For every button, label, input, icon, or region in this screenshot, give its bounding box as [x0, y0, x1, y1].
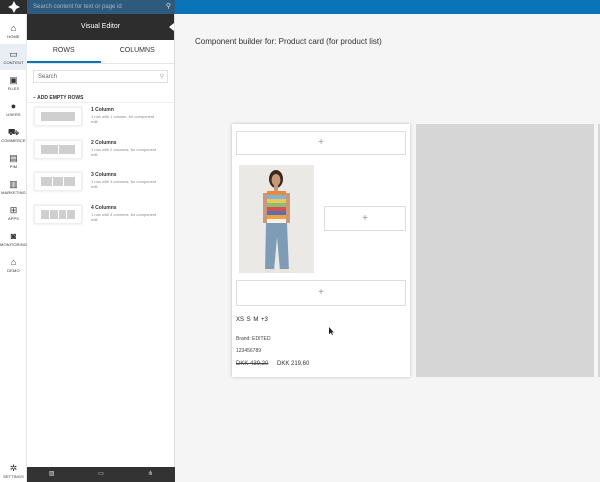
panel-header: Visual Editor — [27, 14, 174, 40]
row-template-4-columns[interactable]: 4 Columns 1 row with 4 columns, for comp… — [27, 201, 174, 234]
chart-icon: ▥ — [9, 179, 18, 189]
product-sku: 123456789 — [236, 348, 262, 354]
panel-search-input[interactable]: Search ⚲ — [33, 70, 168, 83]
plus-icon: + — [362, 213, 368, 224]
nav-item-demo[interactable]: ⌂ DEMO — [0, 252, 27, 278]
row-template-2-columns[interactable]: 2 Columns 1 row with 2 columns, for comp… — [27, 136, 174, 169]
global-search-placeholder: Search content for text or page id — [33, 4, 122, 10]
tab-columns[interactable]: COLUMNS — [101, 40, 175, 63]
row-template-desc: 1 row with 2 columns, for component edit — [91, 146, 157, 157]
product-image — [239, 165, 314, 273]
house-icon: ⌂ — [10, 257, 17, 267]
grid-icon: ⊞ — [9, 205, 18, 215]
row-template-name: 3 Columns — [91, 172, 117, 178]
gear-icon: ✲ — [9, 463, 18, 473]
page-title: Component builder for: Product card (for… — [195, 37, 382, 46]
empty-card-placeholder — [416, 124, 594, 377]
nav-label: APPS — [7, 216, 20, 221]
nav-item-commerce[interactable]: ⛟ COMMERCE — [0, 122, 27, 148]
row-template-name: 1 Column — [91, 107, 114, 113]
camera-icon: ◙ — [10, 231, 17, 241]
collapse-panel-icon[interactable] — [169, 23, 174, 31]
visual-editor-panel: Visual Editor ROWS COLUMNS Search ⚲ − AD… — [27, 14, 175, 482]
row-template-3-columns[interactable]: 3 Columns 1 row with 3 columns, for comp… — [27, 168, 174, 201]
row-thumbnail — [34, 204, 82, 224]
sitemap-icon[interactable]: ⋔ — [126, 467, 175, 482]
nav-label: MARKETING — [1, 190, 26, 195]
minus-icon: − — [33, 95, 36, 101]
nav-item-files[interactable]: ▣ FILES — [0, 70, 27, 96]
nav-label: HOME — [7, 34, 20, 39]
add-row-bottom-button[interactable]: + — [236, 280, 406, 306]
nav-item-settings[interactable]: ✲ SETTINGS — [0, 458, 27, 482]
section-add-empty-rows[interactable]: − ADD EMPTY ROWS — [27, 93, 174, 103]
section-title: ADD EMPTY ROWS — [37, 95, 84, 101]
nav-item-users[interactable]: ● USERS — [0, 96, 27, 122]
global-search-input[interactable]: Search content for text or page id ⚲ — [27, 0, 175, 14]
nav-label: MONITORING — [0, 242, 27, 247]
product-brand: Brand: EDITED — [236, 336, 271, 342]
row-thumbnail — [34, 139, 82, 159]
panel-tabs: ROWS COLUMNS — [27, 40, 174, 64]
nav-item-apps[interactable]: ⊞ APPS — [0, 200, 27, 226]
row-thumbnail — [34, 172, 82, 191]
nav-item-home[interactable]: ⌂ HOME — [0, 18, 27, 44]
nav-item-pim[interactable]: ▤ PIM — [0, 148, 27, 174]
row-template-1-column[interactable]: 1 Column 1 row with 1 column, for compon… — [27, 103, 174, 136]
plus-icon: + — [318, 287, 324, 298]
row-thumbnail — [34, 107, 82, 126]
product-sizes: XS S M +3 — [236, 317, 268, 323]
user-icon: ● — [10, 101, 17, 111]
tab-rows[interactable]: ROWS — [27, 40, 101, 63]
row-template-desc: 1 row with 4 columns, for component edit — [91, 211, 157, 222]
product-card: + + + XS S M +3 Brand: EDITED 123456789 … — [232, 124, 410, 377]
nav-item-content[interactable]: ▭ CONTENT — [0, 44, 27, 70]
plus-icon: + — [318, 137, 324, 148]
app-logo[interactable] — [0, 0, 27, 14]
add-row-top-button[interactable]: + — [236, 131, 406, 155]
nav-item-marketing[interactable]: ▥ MARKETING — [0, 174, 27, 200]
nav-label: COMMERCE — [1, 138, 26, 143]
monitor-icon: ▭ — [9, 49, 18, 59]
product-price-old: DKK 439,20 — [236, 361, 269, 367]
cart-icon: ⛟ — [7, 127, 20, 137]
panel-search-placeholder: Search — [38, 74, 58, 80]
row-template-desc: 1 row with 1 column, for component edit — [91, 114, 155, 124]
logo-icon — [7, 1, 20, 13]
home-icon: ⌂ — [10, 23, 17, 33]
nav-item-monitoring[interactable]: ◙ MONITORING — [0, 226, 27, 252]
briefcase-icon: ▣ — [9, 75, 18, 85]
search-icon: ⚲ — [159, 74, 164, 80]
image-icon[interactable]: ▨ — [27, 467, 76, 482]
nav-label: PIM — [9, 164, 18, 169]
row-template-desc: 1 row with 3 columns, for component edit — [91, 179, 157, 189]
monitor-icon[interactable]: ▭ — [76, 467, 125, 482]
product-price-new: DKK 219,60 — [277, 361, 310, 367]
add-column-button[interactable]: + — [324, 206, 406, 231]
search-icon[interactable]: ⚲ — [166, 2, 171, 10]
row-template-name: 2 Columns — [91, 139, 117, 146]
row-template-name: 4 Columns — [91, 204, 117, 211]
nav-label: CONTENT — [3, 60, 24, 65]
nav-label: USERS — [6, 112, 21, 117]
main-nav: ⌂ HOME ▭ CONTENT ▣ FILES ● USERS ⛟ COMME… — [0, 14, 27, 482]
nav-label: DEMO — [7, 268, 20, 273]
book-icon: ▤ — [9, 153, 18, 163]
nav-label: FILES — [7, 86, 20, 91]
panel-footer: ▨ ▭ ⋔ — [27, 467, 175, 482]
nav-label: SETTINGS — [3, 474, 24, 479]
panel-title: Visual Editor — [80, 23, 121, 30]
